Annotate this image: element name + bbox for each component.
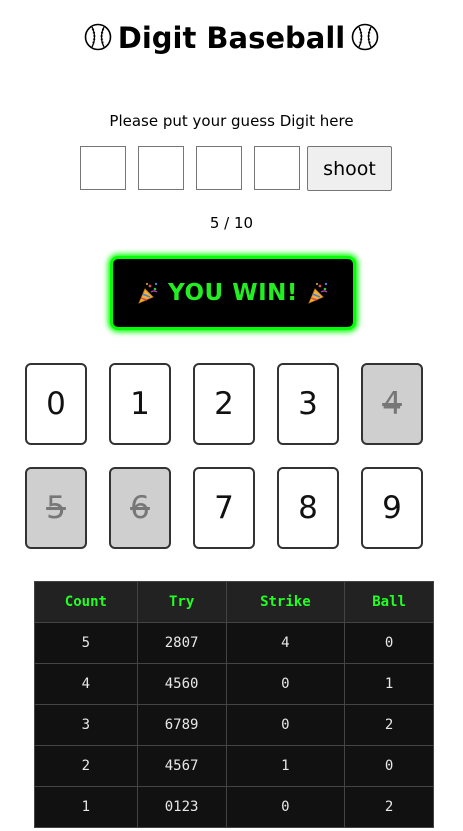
digit-card-5[interactable]: 5 — [25, 467, 87, 549]
cell-ball: 0 — [344, 745, 434, 787]
table-row: 3 6789 0 2 — [34, 704, 434, 746]
column-header-strike: Strike — [225, 581, 346, 623]
guess-history-table: Count Try Strike Ball 5 2807 4 0 4 4560 … — [34, 581, 434, 828]
digit-card-1[interactable]: 1 — [109, 363, 171, 445]
table-header-row: Count Try Strike Ball — [34, 581, 434, 623]
guess-digit-input-4[interactable] — [254, 146, 300, 190]
cell-ball: 2 — [344, 786, 434, 828]
cell-count: 4 — [34, 663, 138, 705]
guess-digit-input-1[interactable] — [80, 146, 126, 190]
cell-strike: 0 — [225, 704, 346, 746]
column-header-ball: Ball — [344, 581, 434, 623]
page-title: Digit Baseball — [0, 18, 463, 58]
cell-count: 1 — [34, 786, 138, 828]
baseball-icon — [351, 23, 379, 51]
cell-ball: 0 — [344, 622, 434, 664]
cell-strike: 0 — [225, 786, 346, 828]
digit-card-0[interactable]: 0 — [25, 363, 87, 445]
baseball-icon — [84, 23, 112, 51]
column-header-count: Count — [34, 581, 138, 623]
cell-ball: 2 — [344, 704, 434, 746]
cell-ball: 1 — [344, 663, 434, 705]
cell-try: 4567 — [136, 745, 227, 787]
cell-count: 3 — [34, 704, 138, 746]
table-row: 4 4560 0 1 — [34, 663, 434, 705]
table-row: 1 0123 0 2 — [34, 786, 434, 828]
digit-card-6[interactable]: 6 — [109, 467, 171, 549]
digit-card-3[interactable]: 3 — [277, 363, 339, 445]
party-popper-icon — [138, 282, 158, 304]
digit-card-7[interactable]: 7 — [193, 467, 255, 549]
cell-strike: 4 — [225, 622, 346, 664]
guess-digit-input-3[interactable] — [196, 146, 242, 190]
win-banner: YOU WIN! — [110, 256, 356, 330]
guess-prompt: Please put your guess Digit here — [109, 112, 354, 130]
cell-strike: 1 — [225, 745, 346, 787]
shoot-button[interactable]: shoot — [307, 146, 392, 191]
digit-card-8[interactable]: 8 — [277, 467, 339, 549]
cell-try: 4560 — [136, 663, 227, 705]
party-popper-icon — [308, 282, 328, 304]
guess-digit-input-2[interactable] — [138, 146, 184, 190]
cell-try: 6789 — [136, 704, 227, 746]
digit-card-4[interactable]: 4 — [361, 363, 423, 445]
cell-try: 0123 — [136, 786, 227, 828]
win-message: YOU WIN! — [168, 280, 298, 306]
cell-count: 5 — [34, 622, 138, 664]
cell-try: 2807 — [136, 622, 227, 664]
column-header-try: Try — [136, 581, 227, 623]
attempt-counter: 5 / 10 — [209, 214, 254, 232]
title-text: Digit Baseball — [117, 21, 346, 55]
digit-card-2[interactable]: 2 — [193, 363, 255, 445]
table-row: 2 4567 1 0 — [34, 745, 434, 787]
table-row: 5 2807 4 0 — [34, 622, 434, 664]
digit-card-9[interactable]: 9 — [361, 467, 423, 549]
cell-strike: 0 — [225, 663, 346, 705]
cell-count: 2 — [34, 745, 138, 787]
